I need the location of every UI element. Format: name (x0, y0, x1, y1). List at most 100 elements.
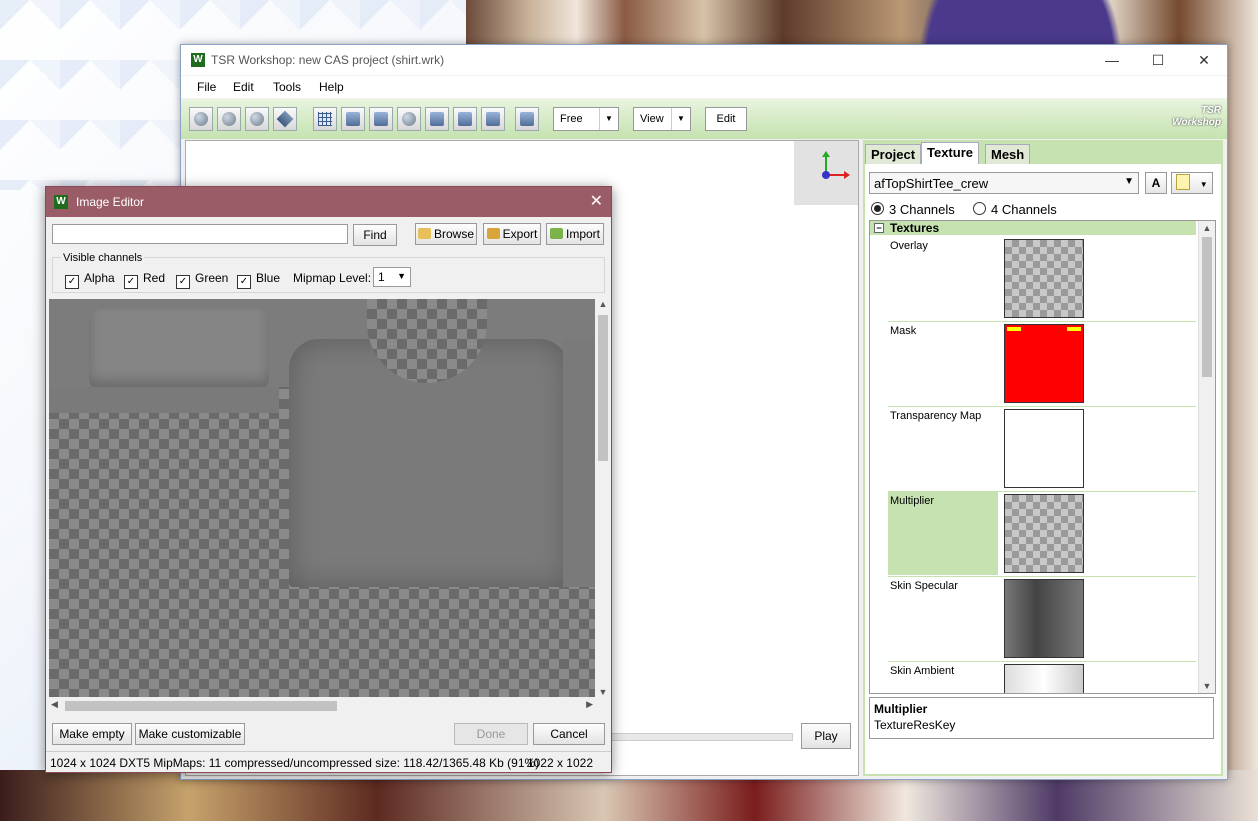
app-logo-icon: W (54, 195, 68, 209)
collapse-icon[interactable]: − (874, 223, 884, 233)
grid-toggle-button[interactable] (313, 107, 337, 131)
font-a-button[interactable]: A (1145, 172, 1167, 194)
chevron-down-icon: ▼ (599, 108, 618, 130)
close-icon[interactable]: ✕ (590, 191, 603, 211)
background-toggle-button[interactable] (453, 107, 477, 131)
texture-row-skin-specular[interactable]: Skin Specular (888, 576, 1196, 662)
texture-list-scrollbar[interactable]: ▲ ▼ (1198, 221, 1215, 693)
make-customizable-button[interactable]: Make customizable (135, 723, 245, 745)
alpha-label: Alpha (84, 271, 115, 285)
axis-icon (822, 151, 850, 179)
menu-tools[interactable]: Tools (273, 80, 301, 94)
checkmark-icon: ✓ (237, 275, 251, 289)
camera-mode-select[interactable]: Free ▼ (553, 107, 619, 131)
canvas-horizontal-scrollbar[interactable]: ◀ ▶ (49, 699, 595, 713)
radio-3-channels[interactable]: 3 Channels (871, 202, 955, 217)
scroll-up-icon[interactable]: ▲ (1199, 221, 1215, 235)
scroll-thumb[interactable] (598, 315, 608, 461)
cancel-button[interactable]: Cancel (533, 723, 605, 745)
visible-channels-label: Visible channels (61, 252, 145, 264)
alpha-checkbox[interactable]: ✓ Alpha (65, 271, 115, 289)
textures-group-header[interactable]: − Textures (870, 221, 1196, 235)
texture-search-input[interactable] (52, 224, 348, 244)
shade-textured-button[interactable] (245, 107, 269, 131)
tab-mesh[interactable]: Mesh (985, 144, 1031, 165)
find-button[interactable]: Find (353, 224, 397, 246)
menu-help[interactable]: Help (319, 80, 344, 94)
right-panel: Project Texture Mesh afTopShirtTee_crew … (863, 140, 1223, 776)
tab-project[interactable]: Project (865, 144, 922, 165)
texture-row-transparency[interactable]: Transparency Map (888, 406, 1196, 492)
texture-thumbnail[interactable] (1004, 494, 1084, 573)
chevron-down-icon: ▼ (397, 271, 406, 281)
sphere-flat-icon (194, 112, 208, 126)
texture-thumbnail[interactable] (1004, 664, 1084, 693)
texture-thumbnail[interactable] (1004, 239, 1084, 318)
view-select[interactable]: View ▼ (633, 107, 691, 131)
bones-icon (346, 112, 360, 126)
edit-button[interactable]: Edit (705, 107, 747, 131)
blue-checkbox[interactable]: ✓ Blue (237, 271, 280, 289)
green-checkbox[interactable]: ✓ Green (176, 271, 228, 289)
image-editor-statusbar: 1024 x 1024 DXT5 MipMaps: 11 compressed/… (46, 751, 611, 774)
chevron-down-icon: ▼ (671, 108, 690, 130)
maximize-button[interactable]: ☐ (1135, 45, 1181, 75)
window-title: TSR Workshop: new CAS project (shirt.wrk… (211, 53, 445, 67)
import-button[interactable]: Import (546, 223, 604, 245)
camera-mode-value: Free (560, 113, 583, 125)
scroll-down-icon[interactable]: ▼ (596, 687, 610, 697)
menu-edit[interactable]: Edit (233, 80, 254, 94)
scroll-thumb[interactable] (65, 701, 337, 711)
image-icon (458, 112, 472, 126)
play-button[interactable]: Play (801, 723, 851, 749)
main-titlebar[interactable]: W TSR Workshop: new CAS project (shirt.w… (181, 45, 1227, 75)
export-icon (486, 228, 500, 239)
texture-row-overlay[interactable]: Overlay (888, 236, 1196, 322)
shade-wire-button[interactable] (273, 107, 297, 131)
texture-row-multiplier[interactable]: Multiplier (888, 491, 1196, 577)
lights-toggle-button[interactable] (397, 107, 421, 131)
texture-thumbnail[interactable] (1004, 324, 1084, 403)
checkmark-icon: ✓ (124, 275, 138, 289)
texture-select[interactable]: afTopShirtTee_crew ▼ (869, 172, 1139, 194)
import-icon (549, 228, 563, 239)
scroll-up-icon[interactable]: ▲ (596, 299, 610, 309)
measure-button[interactable] (515, 107, 539, 131)
tab-texture[interactable]: Texture (921, 142, 979, 165)
visible-channels-group: Visible channels ✓ Alpha ✓ Red ✓ Green ✓ Blu… (52, 252, 605, 293)
texture-row-skin-ambient[interactable]: Skin Ambient (888, 661, 1196, 693)
texture-name: Skin Ambient (890, 665, 955, 677)
close-button[interactable]: ✕ (1181, 45, 1227, 75)
mipmap-level-select[interactable]: 1 ▼ (373, 267, 411, 287)
image-editor-titlebar[interactable]: W Image Editor ✕ (46, 187, 611, 217)
minimize-button[interactable]: — (1089, 45, 1135, 75)
diamond-icon (276, 110, 294, 128)
radio-4-channels[interactable]: 4 Channels (973, 202, 1057, 217)
notes-dropdown-button[interactable]: ▼ (1171, 172, 1213, 194)
done-button[interactable]: Done (454, 723, 528, 745)
red-checkbox[interactable]: ✓ Red (124, 271, 165, 289)
canvas-vertical-scrollbar[interactable]: ▲ ▼ (596, 299, 610, 697)
scroll-thumb[interactable] (1202, 237, 1212, 377)
texture-thumbnail[interactable] (1004, 409, 1084, 488)
browse-button[interactable]: Browse (415, 223, 477, 245)
scroll-left-icon[interactable]: ◀ (51, 699, 58, 710)
texture-preview-canvas[interactable] (49, 299, 595, 697)
floor-toggle-button[interactable] (369, 107, 393, 131)
scroll-down-icon[interactable]: ▼ (1199, 679, 1215, 693)
shade-flat-button[interactable] (189, 107, 213, 131)
scroll-right-icon[interactable]: ▶ (586, 699, 593, 710)
texture-thumbnail[interactable] (1004, 579, 1084, 658)
menu-file[interactable]: File (197, 80, 216, 94)
shadow-toggle-button[interactable] (481, 107, 505, 131)
make-empty-button[interactable]: Make empty (52, 723, 132, 745)
bones-toggle-button[interactable] (341, 107, 365, 131)
skeleton-toggle-button[interactable] (425, 107, 449, 131)
shade-smooth-button[interactable] (217, 107, 241, 131)
texture-row-mask[interactable]: Mask (888, 321, 1196, 407)
timeline-slider[interactable] (611, 733, 793, 741)
texture-name: Skin Specular (890, 580, 958, 592)
skeleton-icon (430, 112, 444, 126)
light-icon (402, 112, 416, 126)
export-button[interactable]: Export (483, 223, 541, 245)
